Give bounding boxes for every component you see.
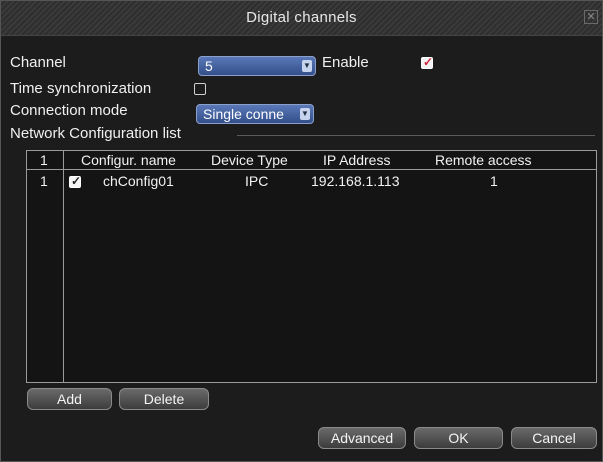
table-row[interactable]: 1 ✓ chConfig01 IPC 192.168.1.113 1 [27, 171, 596, 191]
enable-checkbox[interactable]: ✓ [421, 55, 434, 69]
row-device-type: IPC [245, 173, 269, 189]
ok-button[interactable]: OK [414, 427, 503, 449]
row-index: 1 [40, 173, 48, 189]
channel-label: Channel [10, 54, 66, 71]
section-divider [237, 135, 595, 136]
row-config-name: chConfig01 [103, 173, 174, 189]
header-remote-access: Remote access [435, 152, 532, 168]
digital-channels-dialog: Digital channels ✕ Channel 5 ▼ Enable ✓ … [0, 0, 603, 462]
title-bar: Digital channels ✕ [1, 1, 602, 36]
advanced-button[interactable]: Advanced [318, 427, 406, 449]
header-config-name: Configur. name [81, 152, 176, 168]
enable-label: Enable [322, 54, 369, 71]
row-ip-address: 192.168.1.113 [311, 173, 400, 189]
connection-mode-select[interactable]: Single conne ▼ [196, 104, 314, 124]
header-index: 1 [40, 152, 48, 168]
row-checkbox[interactable]: ✓ [69, 174, 82, 188]
network-config-list-label: Network Configuration list [10, 125, 181, 142]
delete-button[interactable]: Delete [119, 388, 209, 410]
channel-select[interactable]: 5 ▼ [198, 56, 316, 76]
network-config-table: 1 Configur. name Device Type IP Address … [26, 150, 597, 383]
time-sync-label: Time synchronization [10, 80, 152, 97]
add-button[interactable]: Add [27, 388, 112, 410]
chevron-down-icon: ▼ [302, 60, 312, 72]
dialog-title: Digital channels [246, 9, 357, 26]
row-remote-access: 1 [490, 173, 498, 189]
close-icon[interactable]: ✕ [584, 10, 598, 24]
checkmark-icon: ✓ [423, 55, 434, 69]
table-header: 1 Configur. name Device Type IP Address … [27, 151, 596, 170]
connection-mode-label: Connection mode [10, 102, 128, 119]
chevron-down-icon: ▼ [300, 108, 310, 120]
header-device-type: Device Type [211, 152, 288, 168]
checkmark-icon: ✓ [71, 174, 82, 188]
cancel-button[interactable]: Cancel [511, 427, 597, 449]
channel-select-value: 5 [205, 58, 213, 74]
header-ip-address: IP Address [323, 152, 391, 168]
time-sync-checkbox[interactable] [194, 83, 206, 95]
connection-mode-value: Single conne [203, 106, 284, 122]
